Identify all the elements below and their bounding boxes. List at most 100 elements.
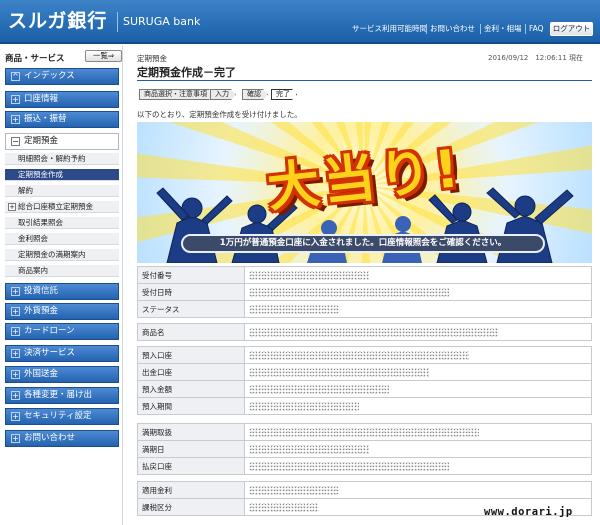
label-applied-rate: 適用金利 bbox=[137, 481, 245, 499]
sidebar-item-label: 投資信託 bbox=[24, 286, 59, 296]
sidebar-item-payment[interactable]: + 決済サービス bbox=[5, 345, 119, 362]
step-complete: 完了 bbox=[271, 89, 297, 100]
service-hours-link[interactable]: サービス利用可能時間 bbox=[352, 24, 427, 34]
sub-item-create-deposit[interactable]: 定期預金作成 bbox=[5, 169, 119, 181]
masked-value bbox=[249, 444, 369, 454]
sub-item-installment[interactable]: + 総合口座積立定期預金 bbox=[5, 201, 119, 213]
sidebar-item-contact[interactable]: + お問い合わせ bbox=[5, 430, 119, 447]
label-reception-datetime: 受付日時 bbox=[137, 283, 245, 301]
label-status: ステータス bbox=[137, 300, 245, 318]
masked-value bbox=[249, 287, 449, 297]
label-deposit-account: 預入口座 bbox=[137, 346, 245, 364]
plus-icon: + bbox=[11, 434, 20, 443]
label-product-name: 商品名 bbox=[137, 323, 245, 341]
header-bar: スルガ銀行 SURUGA bank サービス利用可能時間 お問い合わせ 金利・相… bbox=[0, 0, 600, 44]
sidebar-item-investment[interactable]: + 投資信託 bbox=[5, 283, 119, 300]
value-maturity-handling bbox=[244, 423, 592, 441]
details-group-reception: 受付番号 受付日時 ステータス bbox=[137, 266, 592, 318]
sidebar-item-label: 振込・振替 bbox=[24, 114, 67, 124]
step-confirm: 確認 bbox=[242, 89, 268, 100]
label-deposit-amount: 預入金額 bbox=[137, 380, 245, 398]
value-deposit-amount bbox=[244, 380, 592, 398]
sidebar-item-time-deposit[interactable]: − 定期預金 bbox=[5, 133, 119, 150]
sidebar-item-label: インデックス bbox=[24, 71, 75, 81]
plus-icon: + bbox=[11, 349, 20, 358]
masked-value bbox=[249, 427, 479, 437]
current-datetime: 2016/09/12 12:06:11 現在 bbox=[488, 54, 584, 62]
sub-item-rates[interactable]: 金利照会 bbox=[5, 233, 119, 245]
masked-value bbox=[249, 367, 429, 377]
sidebar-item-label: 外貨預金 bbox=[24, 306, 59, 316]
chevron-up-icon: ^ bbox=[11, 72, 20, 81]
details-group-accounts: 預入口座 出金口座 預入金額 預入期間 bbox=[137, 346, 592, 415]
sidebar-item-label: 外国送金 bbox=[24, 369, 59, 379]
value-status bbox=[244, 300, 592, 318]
sidebar-item-index[interactable]: ^ インデックス bbox=[5, 68, 119, 85]
page-title: 定期預金作成－完了 bbox=[137, 66, 236, 79]
masked-value bbox=[249, 485, 339, 495]
link-divider bbox=[426, 24, 427, 34]
faq-link[interactable]: FAQ bbox=[529, 24, 544, 34]
value-refund-account bbox=[244, 457, 592, 475]
masked-value bbox=[249, 401, 359, 411]
plus-icon: + bbox=[11, 327, 20, 336]
list-button[interactable]: 一覧⇒ bbox=[85, 50, 122, 62]
sidebar-item-transfer[interactable]: + 振込・振替 bbox=[5, 111, 119, 128]
banner-notice: 1万円が普通預金口座に入金されました。口座情報照会をご確認ください。 bbox=[181, 234, 545, 253]
sidebar-item-label: 決済サービス bbox=[24, 348, 76, 358]
plus-icon: + bbox=[11, 287, 20, 296]
sidebar-item-account-info[interactable]: + 口座情報 bbox=[5, 91, 119, 108]
label-reception-number: 受付番号 bbox=[137, 266, 245, 284]
title-underline bbox=[137, 80, 592, 81]
label-withdrawal-account: 出金口座 bbox=[137, 363, 245, 381]
sidebar-item-changes[interactable]: + 各種変更・届け出 bbox=[5, 387, 119, 404]
sidebar-item-card-loan[interactable]: + カードローン bbox=[5, 323, 119, 340]
details-group-maturity: 満期取扱 満期日 払戻口座 bbox=[137, 423, 592, 475]
label-tax-category: 課税区分 bbox=[137, 498, 245, 516]
label-maturity-handling: 満期取扱 bbox=[137, 423, 245, 441]
sub-item-statement[interactable]: 明細照会・解約予約 bbox=[5, 153, 119, 165]
sidebar-item-label: 各種変更・届け出 bbox=[24, 390, 93, 400]
breadcrumb: 定期預金 bbox=[137, 54, 167, 63]
sidebar-item-security[interactable]: + セキュリティ設定 bbox=[5, 408, 119, 425]
plus-icon: + bbox=[11, 370, 20, 379]
label-deposit-period: 預入期間 bbox=[137, 397, 245, 415]
sub-item-results[interactable]: 取引結果照会 bbox=[5, 217, 119, 229]
masked-value bbox=[249, 502, 319, 512]
plus-icon: + bbox=[11, 307, 20, 316]
rates-link[interactable]: 金利・相場 bbox=[484, 24, 522, 34]
value-reception-number bbox=[244, 266, 592, 284]
plus-icon: + bbox=[11, 412, 20, 421]
value-withdrawal-account bbox=[244, 363, 592, 381]
sidebar-title: 商品・サービス bbox=[5, 54, 65, 64]
sidebar-item-label: 定期預金 bbox=[24, 136, 59, 146]
plus-icon: + bbox=[8, 203, 16, 211]
contact-link[interactable]: お問い合わせ bbox=[430, 24, 475, 34]
logout-button[interactable]: ログアウト bbox=[550, 22, 593, 36]
details-group-product: 商品名 bbox=[137, 323, 592, 341]
campaign-banner[interactable]: 大当り! 1万円が普通預金口座に入金されました。口座情報照会をご確認ください。 bbox=[137, 122, 592, 263]
step-input: 入力 bbox=[210, 89, 236, 100]
minus-icon: − bbox=[11, 137, 20, 146]
value-product-name bbox=[244, 323, 592, 341]
bank-logo[interactable]: スルガ銀行 bbox=[8, 10, 107, 32]
sidebar-item-label: お問い合わせ bbox=[24, 433, 76, 443]
sub-item-products[interactable]: 商品案内 bbox=[5, 265, 119, 277]
sidebar-item-foreign-deposit[interactable]: + 外貨預金 bbox=[5, 303, 119, 320]
sidebar-item-label: カードローン bbox=[24, 326, 75, 336]
sidebar-item-foreign-remit[interactable]: + 外国送金 bbox=[5, 366, 119, 383]
sidebar-header: 商品・サービス 一覧⇒ bbox=[5, 50, 122, 64]
plus-icon: + bbox=[11, 115, 20, 124]
sub-item-cancel[interactable]: 解約 bbox=[5, 185, 119, 197]
plus-icon: + bbox=[11, 391, 20, 400]
sub-item-maturity[interactable]: 定期預金の満期案内 bbox=[5, 249, 119, 261]
label-refund-account: 払戻口座 bbox=[137, 457, 245, 475]
sub-item-label: 総合口座積立定期預金 bbox=[18, 202, 93, 211]
value-deposit-period bbox=[244, 397, 592, 415]
value-deposit-account bbox=[244, 346, 592, 364]
masked-value bbox=[249, 350, 469, 360]
masked-value bbox=[249, 304, 339, 314]
step-product-select: 商品選択・注意事項 bbox=[139, 89, 214, 100]
masked-value bbox=[249, 384, 389, 394]
site-watermark: www.dorari.jp bbox=[484, 506, 573, 518]
